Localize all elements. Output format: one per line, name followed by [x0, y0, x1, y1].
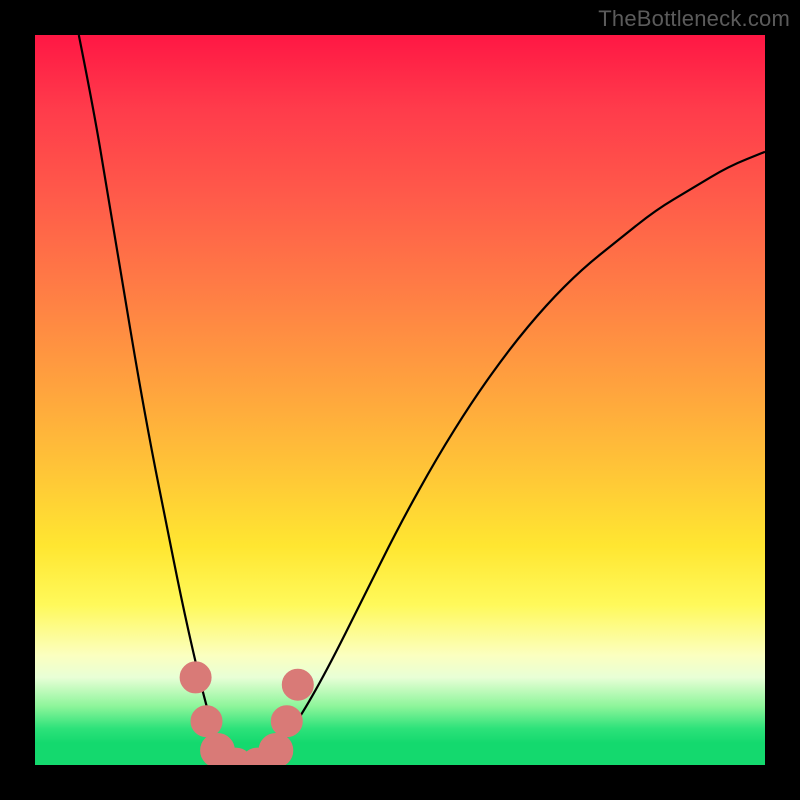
dot-right-upper	[282, 669, 313, 700]
curve-markers	[180, 662, 313, 765]
outer-frame: TheBottleneck.com	[0, 0, 800, 800]
dot-left-upper	[180, 662, 211, 693]
plot-area	[35, 35, 765, 765]
dot-left-mid	[191, 706, 222, 737]
bottleneck-curve	[79, 35, 765, 764]
dot-right-mid	[271, 706, 302, 737]
watermark-text: TheBottleneck.com	[598, 6, 790, 32]
dot-right-low	[259, 734, 293, 766]
bottleneck-curve-svg	[35, 35, 765, 765]
